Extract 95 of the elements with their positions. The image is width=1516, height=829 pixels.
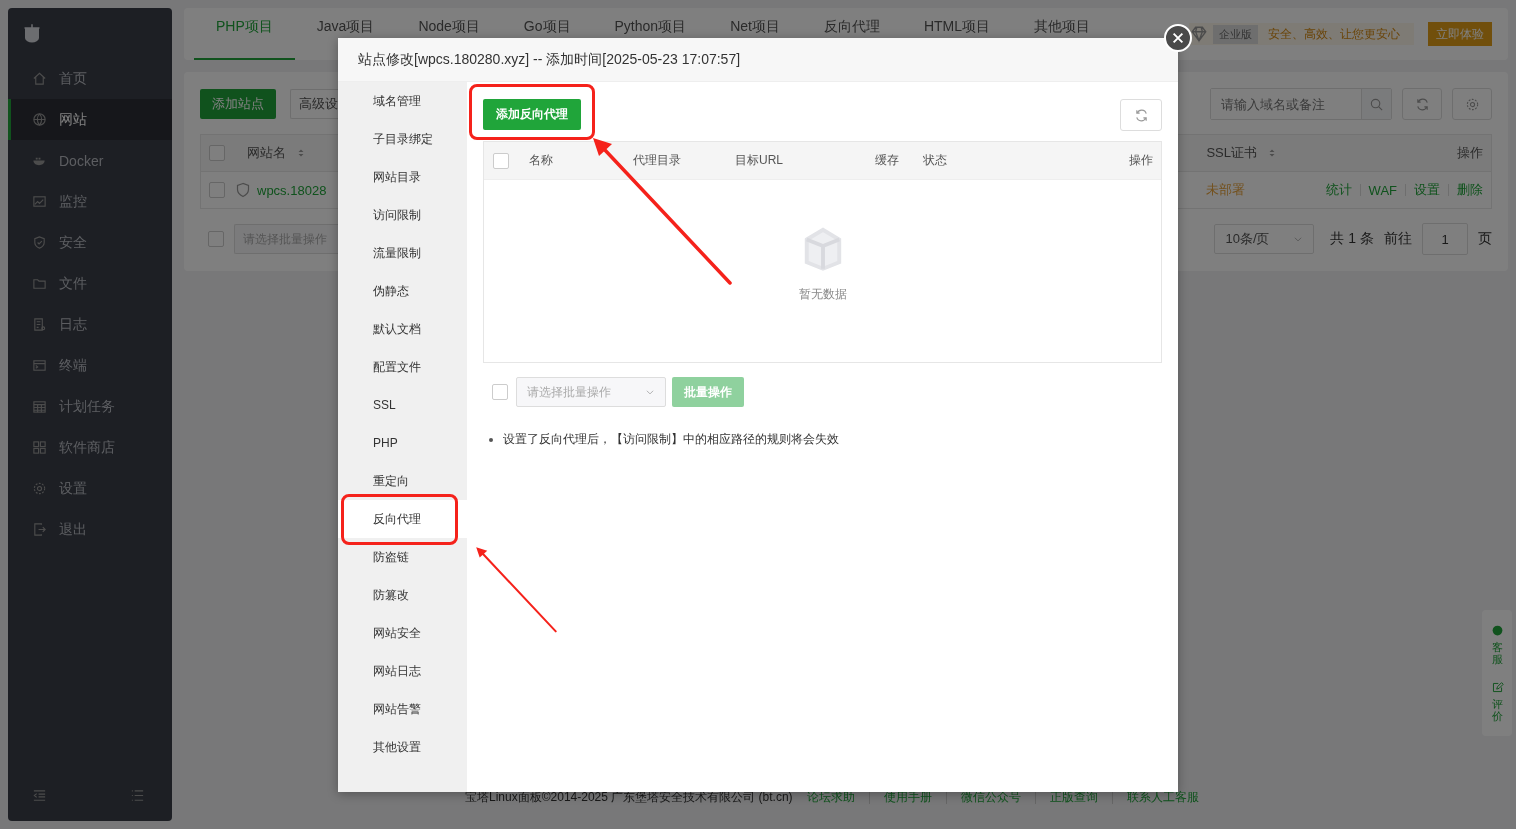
footer-link[interactable]: 正版查询: [1049, 789, 1098, 806]
sidebar-item[interactable]: 计划任务: [8, 386, 172, 427]
menu-item[interactable]: 伪静态: [338, 272, 467, 310]
menu-item[interactable]: PHP: [338, 424, 467, 462]
shield-icon: [235, 182, 251, 198]
grid-icon: [32, 440, 47, 455]
chevron-icon: [645, 387, 655, 397]
sidebar-item[interactable]: Docker: [8, 140, 172, 181]
diamond-icon: [1189, 25, 1209, 43]
close-icon: [1171, 31, 1185, 45]
sidebar-item[interactable]: 网站: [8, 99, 172, 140]
refresh-button[interactable]: [1402, 88, 1442, 120]
checkbox[interactable]: [208, 231, 224, 247]
dialog-title: 站点修改[wpcs.180280.xyz] -- 添加时间[2025-05-23 17:07:57]: [338, 38, 1178, 82]
sidebar-item[interactable]: 文件: [8, 263, 172, 304]
checkbox[interactable]: [493, 152, 509, 169]
document-icon: [32, 317, 47, 332]
column-header: 目标URL: [735, 152, 784, 169]
footer-link[interactable]: 论坛求助: [806, 789, 855, 806]
search-icon: [1369, 96, 1384, 112]
site-name-link[interactable]: wpcs.18028: [257, 182, 327, 198]
bullet: [489, 437, 493, 442]
search-field[interactable]: 请输入域名或备注: [1210, 88, 1392, 120]
menu-item[interactable]: 防盗链: [338, 538, 467, 576]
collapse-icon: [32, 788, 47, 803]
terminal-icon: [32, 358, 47, 373]
page-input[interactable]: 1: [1422, 223, 1468, 255]
footer-link[interactable]: 微信公众号: [960, 789, 1021, 806]
help-text: 设置了反向代理后，【访问限制】中的相应路径的规则将会失效: [503, 431, 839, 448]
folder-icon: [32, 276, 47, 291]
menu-item[interactable]: 网站目录: [338, 158, 467, 196]
edit-icon: [1490, 681, 1504, 695]
settings-button[interactable]: [1452, 88, 1492, 120]
menu-item[interactable]: 网站日志: [338, 652, 467, 690]
support-button[interactable]: 评价: [1490, 681, 1504, 723]
action-link[interactable]: 统计: [1325, 181, 1352, 199]
globe-icon: [32, 112, 47, 127]
menu-item[interactable]: 访问限制: [338, 196, 467, 234]
refresh-button[interactable]: [1120, 99, 1162, 131]
gear-icon: [1464, 96, 1480, 112]
ssl-status: 未部署: [1205, 181, 1246, 199]
goto-label: 前往: [1384, 230, 1412, 248]
sidebar-item[interactable]: 监控: [8, 181, 172, 222]
column-header[interactable]: 网站名: [247, 144, 286, 162]
home-icon: [32, 71, 47, 86]
checkbox[interactable]: [209, 145, 225, 161]
chevron-icon: [1293, 234, 1304, 244]
refresh-icon: [1414, 96, 1430, 112]
exit-icon: [32, 522, 47, 537]
column-header: 操作: [1129, 152, 1154, 169]
promo-text: 安全、高效、让您更安心: [1268, 25, 1400, 43]
try-now-button[interactable]: 立即体验: [1428, 22, 1492, 46]
menu-item[interactable]: 子目录绑定: [338, 120, 467, 158]
shield-icon: [32, 235, 47, 250]
calendar-icon: [32, 399, 47, 414]
action-link[interactable]: WAF: [1368, 182, 1397, 198]
checkbox[interactable]: [209, 182, 225, 198]
gear-icon: [32, 481, 47, 496]
menu-item[interactable]: SSL: [338, 386, 467, 424]
refresh-icon: [1133, 107, 1149, 123]
menu-item[interactable]: 网站安全: [338, 614, 467, 652]
column-header: 操作: [1457, 144, 1483, 162]
page-size-select[interactable]: 10条/页: [1214, 224, 1315, 254]
page-label: 页: [1478, 230, 1492, 248]
menu-item[interactable]: 流量限制: [338, 234, 467, 272]
support-button[interactable]: 客服: [1490, 624, 1504, 666]
empty-state-text: 暂无数据: [798, 286, 847, 303]
menu-item[interactable]: 重定向: [338, 462, 467, 500]
sidebar-item[interactable]: 退出: [8, 509, 172, 550]
chart-icon: [32, 194, 47, 209]
list-icon: [130, 788, 145, 803]
sidebar-item[interactable]: 日志: [8, 304, 172, 345]
column-header: 代理目录: [633, 152, 682, 169]
menu-item[interactable]: 其他设置: [338, 728, 467, 766]
column-header: 缓存: [875, 152, 900, 169]
menu-item[interactable]: 网站告警: [338, 690, 467, 728]
column-header: 状态: [923, 152, 948, 169]
add-site-button[interactable]: 添加站点: [200, 89, 276, 119]
action-link[interactable]: 删除: [1457, 181, 1483, 199]
sidebar-item[interactable]: 终端: [8, 345, 172, 386]
sidebar-item[interactable]: 软件商店: [8, 427, 172, 468]
menu-item[interactable]: 默认文档: [338, 310, 467, 348]
menu-item[interactable]: 配置文件: [338, 348, 467, 386]
column-header[interactable]: SSL证书: [1206, 144, 1257, 162]
add-reverse-proxy-button[interactable]: 添加反向代理: [483, 99, 581, 130]
sidebar-item[interactable]: 首页: [8, 58, 172, 99]
sidebar-item[interactable]: 安全: [8, 222, 172, 263]
menu-item[interactable]: 防篡改: [338, 576, 467, 614]
menu-item[interactable]: 反向代理: [338, 500, 467, 538]
action-link[interactable]: 设置: [1414, 181, 1440, 199]
logo-icon: [22, 22, 42, 44]
total-count: 共 1 条: [1330, 230, 1374, 248]
project-tab[interactable]: PHP项目: [194, 8, 295, 60]
sidebar-item[interactable]: 设置: [8, 468, 172, 509]
column-header: 名称: [529, 152, 554, 169]
